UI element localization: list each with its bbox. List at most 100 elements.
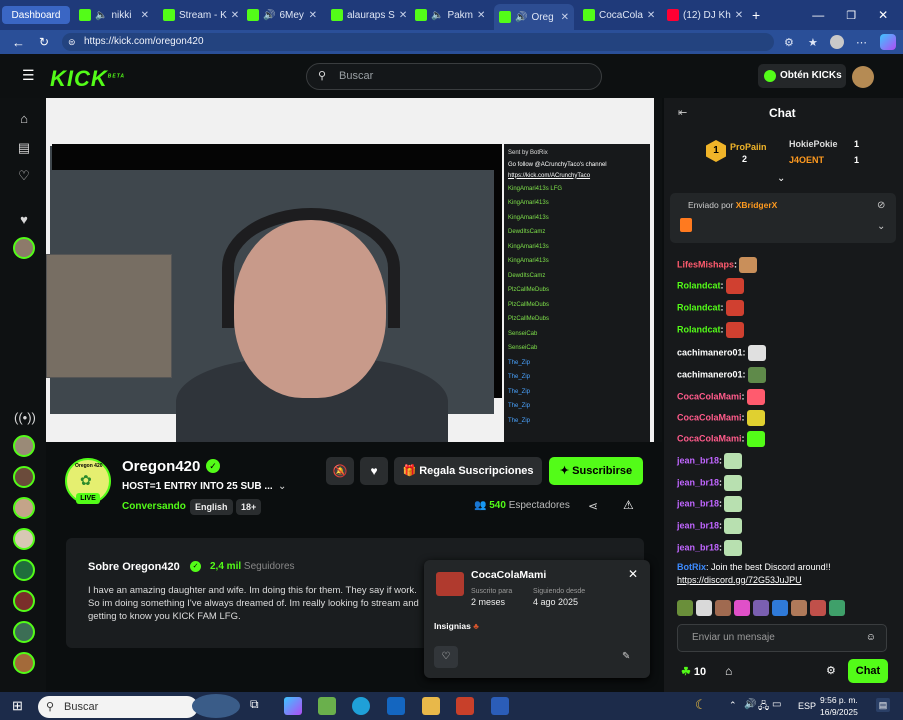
report-warning-icon[interactable]: ⚠ (623, 498, 634, 512)
channel-avatar[interactable] (13, 590, 35, 612)
copilot-icon[interactable] (284, 697, 302, 715)
tab-pakm[interactable]: 🔈 Pakm ✕ (410, 4, 490, 26)
collapse-chat-icon[interactable]: ⇤ (678, 106, 687, 119)
close-tab-icon[interactable]: ✕ (647, 10, 655, 21)
word-icon[interactable] (491, 697, 509, 715)
emote-icon[interactable] (829, 600, 845, 616)
user-card-name[interactable]: CocaColaMami (471, 569, 546, 581)
kick-points[interactable]: ☘ 10 (681, 665, 706, 678)
follow-heart-button[interactable]: ♥ (360, 457, 388, 485)
chat-username[interactable]: LifesMishaps (677, 259, 734, 269)
emote-icon[interactable] (734, 600, 750, 616)
close-tab-icon[interactable]: ✕ (231, 10, 238, 21)
close-tab-icon[interactable]: ✕ (561, 12, 569, 23)
chevron-down-icon[interactable]: ⌄ (278, 481, 286, 492)
emoji-icon[interactable]: ☺ (866, 625, 876, 651)
close-tab-icon[interactable]: ✕ (399, 10, 406, 21)
page-scrollbar[interactable] (654, 98, 662, 442)
close-tab-icon[interactable]: ✕ (477, 10, 485, 21)
expand-leaderboard-icon[interactable]: ⌄ (777, 173, 785, 184)
chat-message-input[interactable]: Enviar un mensaje ☺ (677, 624, 887, 652)
tab-cocacola[interactable]: CocaCola ✕ (578, 4, 658, 26)
widget-globe-icon[interactable] (192, 694, 240, 718)
chevron-down-icon[interactable]: ⌄ (877, 221, 885, 232)
chat-username[interactable]: jean_br18 (677, 455, 719, 465)
channel-avatar[interactable] (13, 435, 35, 457)
chat-settings-icon[interactable]: ⚙ (826, 664, 836, 677)
emote-icon[interactable] (696, 600, 712, 616)
close-tab-icon[interactable]: ✕ (309, 10, 317, 21)
following-icon[interactable]: ♡ (14, 166, 34, 186)
channel-name[interactable]: Oregon420 (122, 458, 200, 475)
language-indicator[interactable]: ESP (798, 701, 816, 711)
close-window-icon[interactable]: ✕ (878, 8, 888, 22)
send-chat-button[interactable]: Chat (848, 659, 888, 683)
close-tab-icon[interactable]: ✕ (141, 10, 149, 21)
weather-moon-icon[interactable]: ☾ (695, 697, 707, 713)
tab-youtube[interactable]: (12) DJ Kh ✕ (662, 4, 742, 26)
chat-username[interactable]: CocaColaMami (677, 433, 742, 443)
tab-6mey[interactable]: 🔊 6Mey ✕ (242, 4, 322, 26)
share-icon[interactable]: ⋖ (588, 499, 598, 513)
unpin-icon[interactable]: ⊘ (877, 200, 885, 211)
copilot-icon[interactable] (880, 34, 896, 50)
chat-username[interactable]: cachimanero01 (677, 347, 743, 357)
channel-avatar[interactable] (13, 237, 35, 259)
taskbar-search[interactable]: ⚲ Buscar (38, 696, 198, 718)
refresh-icon[interactable]: ↻ (39, 35, 49, 49)
chat-username[interactable]: CocaColaMami (677, 412, 742, 422)
volume-icon[interactable]: 🔊 (744, 699, 756, 710)
chat-username[interactable]: cachimanero01 (677, 369, 743, 379)
channel-avatar[interactable] (13, 466, 35, 488)
minimize-icon[interactable]: — (812, 8, 824, 22)
emote-icon[interactable] (677, 600, 693, 616)
tab-dashboard[interactable]: Dashboard (2, 6, 70, 24)
channel-avatar[interactable] (13, 652, 35, 674)
site-info-icon[interactable]: ⊜ (68, 33, 76, 51)
tray-chevron-icon[interactable]: ⌃ (729, 700, 737, 711)
chat-username[interactable]: Rolandcat (677, 280, 721, 290)
subscribe-button[interactable]: ✦ Suscribirse (549, 457, 643, 485)
outlook-icon[interactable] (387, 697, 405, 715)
channel-avatar[interactable] (13, 559, 35, 581)
user-avatar[interactable] (852, 66, 874, 88)
menu-icon[interactable]: ☰ (22, 67, 35, 84)
network-icon[interactable]: 🖧 (758, 699, 769, 716)
chat-username[interactable]: jean_br18 (677, 498, 719, 508)
follow-heart-button[interactable]: ♡ (434, 646, 458, 668)
get-kicks-button[interactable]: Obtén KICKs (758, 64, 846, 88)
edge-icon[interactable] (352, 697, 370, 715)
emote-icon[interactable] (772, 600, 788, 616)
gift-subs-button[interactable]: 🎁 Regala Suscripciones (394, 457, 542, 485)
chat-username[interactable]: jean_br18 (677, 477, 719, 487)
tab-alauraps[interactable]: alauraps S ✕ (326, 4, 406, 26)
back-icon[interactable]: ← (12, 35, 25, 50)
chat-username[interactable]: jean_br18 (677, 542, 719, 552)
stream-category[interactable]: Conversando (122, 501, 186, 512)
channel-avatar[interactable] (13, 497, 35, 519)
new-tab-icon[interactable]: + (752, 7, 760, 23)
chat-username[interactable]: CocaColaMami (677, 391, 742, 401)
windows-start-icon[interactable]: ⊞ (12, 698, 23, 714)
channel-avatar[interactable] (13, 621, 35, 643)
tab-oregon[interactable]: 🔊 Oreg ✕ (494, 4, 574, 30)
more-icon[interactable]: ⋯ (856, 36, 867, 49)
emote-icon[interactable] (810, 600, 826, 616)
task-view-icon[interactable]: ⧉ (250, 697, 268, 715)
restore-icon[interactable]: ❐ (846, 9, 856, 22)
home-icon[interactable]: ⌂ (14, 109, 34, 129)
discord-link[interactable]: https://discord.gg/72G53JuJPU (677, 575, 802, 585)
chat-username[interactable]: Rolandcat (677, 324, 721, 334)
tab-nikki[interactable]: 🔈 nikki ✕ (74, 4, 154, 26)
app-icon[interactable] (318, 697, 336, 715)
close-tab-icon[interactable]: ✕ (735, 10, 742, 21)
emote-icon[interactable] (791, 600, 807, 616)
file-explorer-icon[interactable] (422, 697, 440, 715)
close-icon[interactable]: ✕ (628, 567, 638, 581)
store-icon[interactable]: ⌂ (725, 664, 732, 678)
notifications-off-button[interactable]: 🔕 (326, 457, 354, 485)
extensions-icon[interactable]: ⚙ (784, 36, 794, 49)
profile-icon[interactable] (830, 35, 844, 49)
leader-name[interactable]: HokiePokie (789, 139, 838, 149)
tab-stream[interactable]: Stream - K ✕ (158, 4, 238, 26)
